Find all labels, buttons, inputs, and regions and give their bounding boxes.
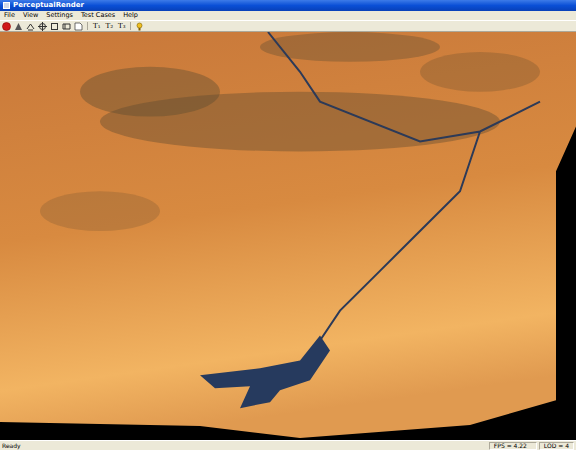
tool-icon[interactable] [50,22,59,31]
toolbar: T₁T₂ T₃ [0,20,576,32]
render-viewport[interactable] [0,32,576,440]
menu-item[interactable]: Help [123,12,138,19]
tool-icon[interactable] [26,22,35,31]
status-bar: ReadyFPS = 4.22LOD = 4 [0,440,576,450]
help-icon[interactable] [135,22,144,31]
menu-item[interactable]: File [4,12,15,19]
window-title: PerceptualRender [13,2,84,9]
toolbar-separator [87,22,88,30]
app-icon [3,2,10,9]
test-case-button[interactable]: T₂ [104,23,113,30]
menu-item[interactable]: Settings [46,12,73,19]
tool-icon[interactable] [62,22,71,31]
tool-icon[interactable] [38,22,47,31]
status-panel: FPS = 4.22 [489,442,537,450]
menu-bar: File View Settings Test Cases Help [0,11,576,20]
tool-icon[interactable] [74,22,83,31]
test-case-button[interactable]: T₁ [92,23,101,30]
terrain-render [0,32,576,440]
menu-item[interactable]: Test Cases [81,12,115,19]
menu-item[interactable]: View [23,12,38,19]
status-panel: LOD = 4 [539,442,574,450]
app-window: PerceptualRender File View Settings Test Cas… [0,0,576,450]
stop-icon[interactable] [2,22,11,31]
test-case-button[interactable]: T₃ [117,23,126,30]
tool-icon[interactable] [14,22,23,31]
title-bar: PerceptualRender [0,0,576,11]
status-message: Ready [2,443,487,449]
toolbar-separator [130,22,131,30]
